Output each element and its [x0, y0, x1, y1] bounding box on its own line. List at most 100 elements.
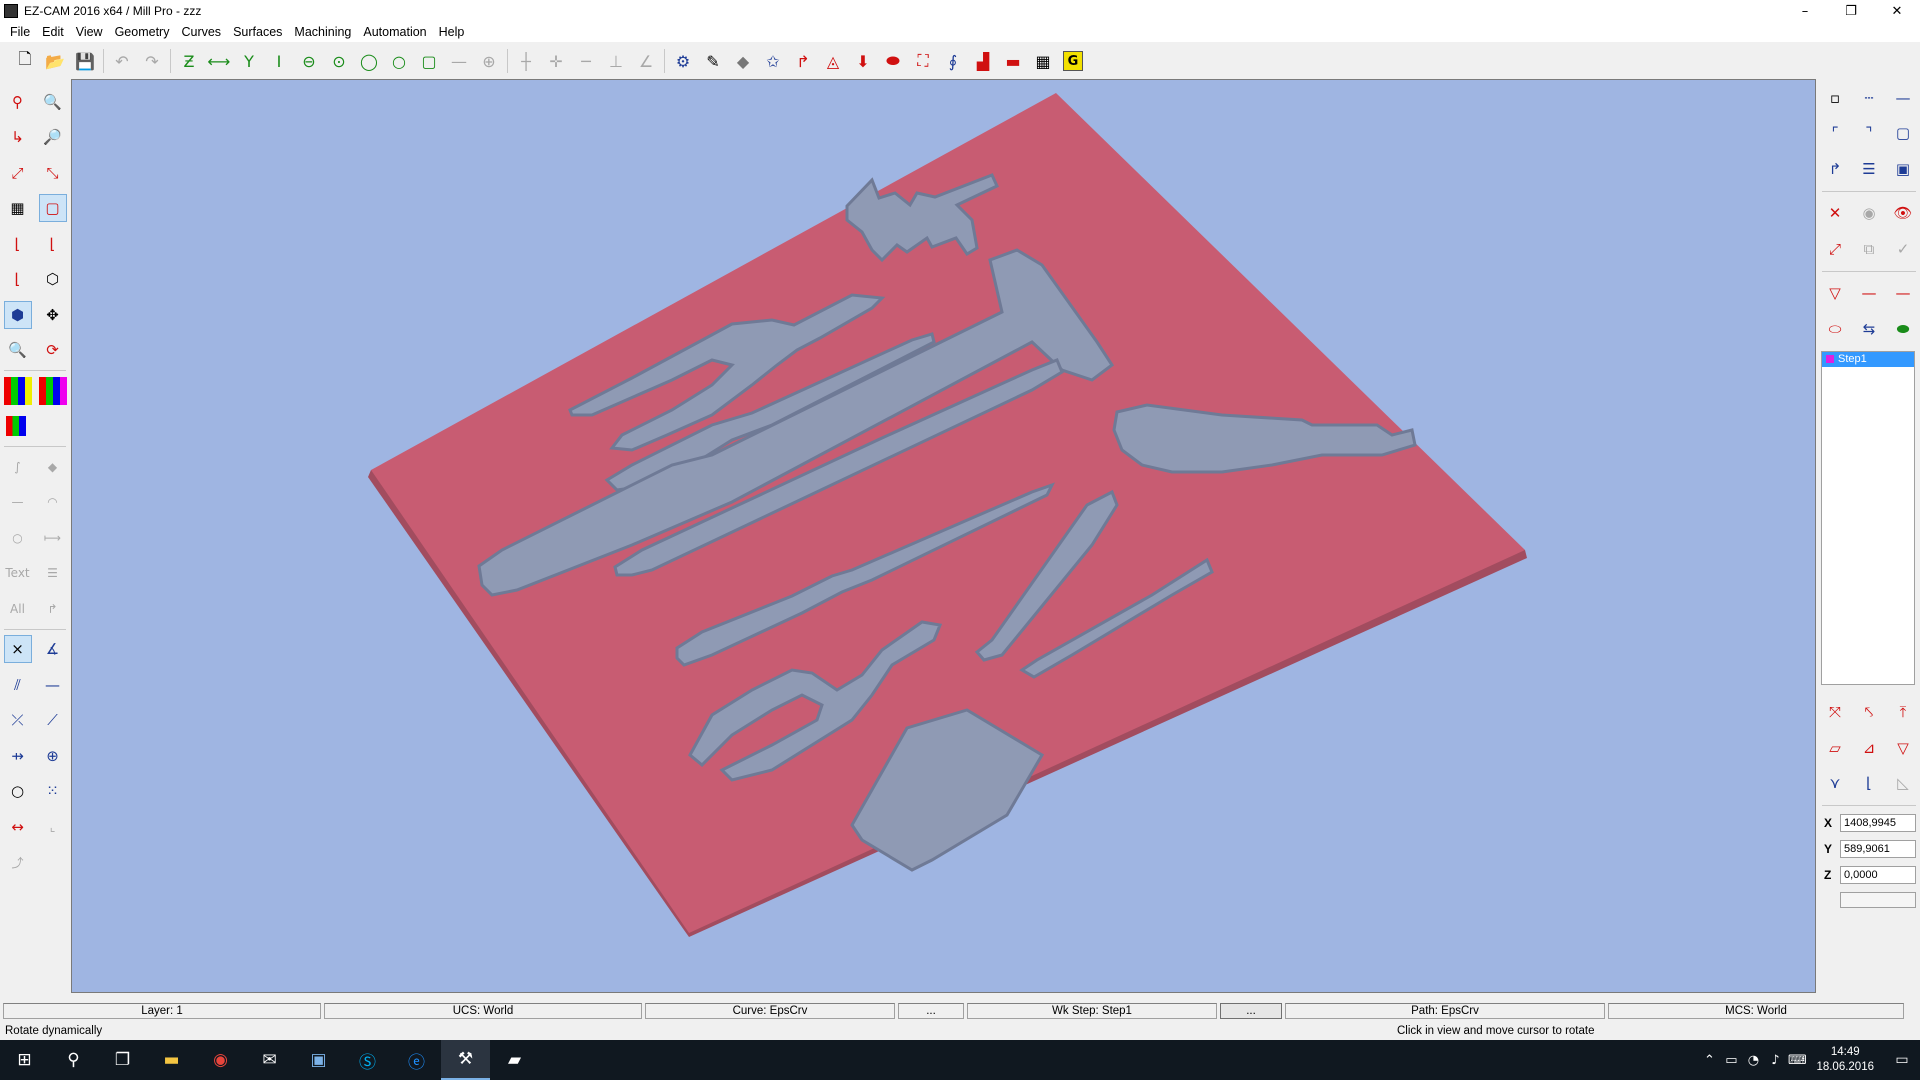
start-button[interactable]: ⊞	[0, 1040, 49, 1080]
color-layer-icon[interactable]	[38, 376, 67, 405]
move-icon[interactable]: ↳	[4, 123, 32, 151]
status-path[interactable]: Path: EpsCrv	[1285, 1003, 1605, 1019]
snap-curve-icon[interactable]: ⤴	[4, 848, 32, 876]
copy-icon[interactable]: ⧉	[1855, 235, 1883, 263]
wand-icon[interactable]: ✎	[698, 47, 728, 75]
menu-machining[interactable]: Machining	[288, 22, 357, 42]
select-all-tool[interactable]: All	[4, 595, 32, 623]
trim-icon[interactable]: ▽	[1821, 279, 1849, 307]
point-cross-icon[interactable]: ✛	[541, 47, 571, 75]
battery-icon[interactable]: ▭	[1720, 1053, 1742, 1068]
pan-icon[interactable]: ✥	[39, 301, 67, 329]
cam-app-icon[interactable]: ▰	[490, 1040, 539, 1080]
network-icon[interactable]: ◔	[1742, 1053, 1764, 1068]
coord-y-input[interactable]	[1840, 840, 1916, 858]
circle-center-icon[interactable]: ⊙	[324, 47, 354, 75]
undo-icon[interactable]: ↶	[107, 47, 137, 75]
rotate-view-icon[interactable]: ⟳	[39, 336, 67, 364]
plane-xyz-icon[interactable]: ⋎	[1821, 769, 1849, 797]
download-red-icon[interactable]: ⬇	[848, 47, 878, 75]
snap-mid-icon[interactable]: ⇸	[4, 742, 32, 770]
axis-z-up-icon[interactable]: ⤒	[1889, 698, 1917, 726]
line-vertical-icon[interactable]: I	[264, 47, 294, 75]
zoom-extents-icon[interactable]: 🔍	[4, 336, 32, 364]
menu-view[interactable]: View	[70, 22, 109, 42]
dimension-angle-icon[interactable]: ∠	[631, 47, 661, 75]
plane-corner-icon[interactable]: ⌊	[1855, 769, 1883, 797]
corner-arc-icon[interactable]: ↱	[1821, 155, 1849, 183]
check-icon[interactable]: ✓	[1889, 235, 1917, 263]
spline-icon[interactable]: ∫	[4, 453, 32, 481]
line-extend-icon[interactable]: —	[1889, 279, 1917, 307]
file-explorer-icon[interactable]: ▬	[147, 1040, 196, 1080]
chrome-icon[interactable]: ◉	[196, 1040, 245, 1080]
corner-icon[interactable]: ↱	[39, 595, 67, 623]
snap-center-icon[interactable]: ⊕	[39, 742, 67, 770]
snap-intersect-icon[interactable]: ⤫	[4, 706, 32, 734]
point-line-icon[interactable]: ─	[571, 47, 601, 75]
axis-xy-icon[interactable]: ⤧	[1821, 698, 1849, 726]
plane-zx-icon[interactable]: ⊿	[1855, 734, 1883, 762]
point-icon[interactable]: ▫	[1821, 84, 1849, 112]
pocket-icon[interactable]: ⬬	[878, 47, 908, 75]
table-icon[interactable]: ▦	[1028, 47, 1058, 75]
simulate-icon[interactable]: ▬	[998, 47, 1028, 75]
color-icon[interactable]	[3, 376, 32, 405]
snap-angle-icon[interactable]: ∡	[39, 635, 67, 663]
plane-xy-icon[interactable]: ▱	[1821, 734, 1849, 762]
toolpath-arc-icon[interactable]: ↱	[788, 47, 818, 75]
step-list[interactable]: Step1	[1821, 350, 1915, 685]
volume-icon[interactable]: ♪	[1764, 1053, 1786, 1068]
measure-angle-icon[interactable]: ⤡	[39, 159, 67, 187]
lines-icon[interactable]: ☰	[1855, 155, 1883, 183]
line-right-icon[interactable]: —	[1889, 84, 1917, 112]
save-icon[interactable]: 💾	[70, 47, 100, 75]
solid-view-icon[interactable]: ⬢	[3, 300, 32, 329]
plane-yz-icon[interactable]: ▽	[1889, 734, 1917, 762]
circle-icon[interactable]: ⊖	[294, 47, 324, 75]
line-y-icon[interactable]: Y	[234, 47, 264, 75]
menu-edit[interactable]: Edit	[36, 22, 70, 42]
show-icon[interactable]: 👁	[1889, 199, 1917, 227]
menu-help[interactable]: Help	[433, 22, 471, 42]
slot-green-icon[interactable]: ⬬	[1889, 315, 1917, 343]
color-select-icon[interactable]	[5, 416, 26, 437]
status-layer[interactable]: Layer: 1	[3, 1003, 321, 1019]
snap-line-icon[interactable]: ⫽	[4, 671, 32, 699]
measure-icon[interactable]: ⤢	[4, 159, 32, 187]
circle-3pt-icon[interactable]: ○	[384, 47, 414, 75]
slot-icon[interactable]: ⬭	[1821, 315, 1849, 343]
snap-horizontal-icon[interactable]: —	[39, 671, 67, 699]
snap-grid-icon[interactable]: ⁙	[39, 777, 67, 805]
line-dashed-icon[interactable]: —	[444, 47, 474, 75]
arc-icon[interactable]: ◠	[39, 488, 67, 516]
snap-corner-icon[interactable]: ⌞	[39, 813, 67, 841]
arc-left-icon[interactable]: ⌜	[1821, 119, 1849, 147]
machine-icon[interactable]: ⚙	[668, 47, 698, 75]
chevron-up-icon[interactable]: ⌃	[1698, 1053, 1720, 1068]
status-curve[interactable]: Curve: EpsCrv	[645, 1003, 895, 1019]
axis-xz-icon[interactable]: ⤣	[1855, 698, 1883, 726]
coord-x-input[interactable]	[1840, 814, 1916, 832]
tool-icon[interactable]: ▟	[968, 47, 998, 75]
contour-icon[interactable]: ⛶	[908, 47, 938, 75]
hatch-icon[interactable]: ☰	[39, 559, 67, 587]
mail-icon[interactable]: ✉	[245, 1040, 294, 1080]
3d-viewport[interactable]	[71, 79, 1816, 993]
circle-tangent-icon[interactable]: ◯	[354, 47, 384, 75]
axis-y-icon[interactable]: ⌊	[39, 230, 67, 258]
surface-icon[interactable]: ◆	[39, 453, 67, 481]
curve-more-button[interactable]: ...	[898, 1003, 964, 1019]
point-horizontal-icon[interactable]: ┼	[511, 47, 541, 75]
square-icon[interactable]: ▢	[1889, 119, 1917, 147]
coord-extra-field[interactable]	[1840, 892, 1916, 908]
star-icon[interactable]: ✩	[758, 47, 788, 75]
iso-view-icon[interactable]: ⬡	[39, 265, 67, 293]
hide-icon[interactable]: ◉	[1855, 199, 1883, 227]
line-icon[interactable]: —	[4, 488, 32, 516]
open-folder-icon[interactable]: 📂	[40, 47, 70, 75]
menu-file[interactable]: File	[4, 22, 36, 42]
task-view-icon[interactable]: ❐	[98, 1040, 147, 1080]
close-button[interactable]: ✕	[1874, 0, 1920, 22]
delete-icon[interactable]: ✕	[1821, 199, 1849, 227]
